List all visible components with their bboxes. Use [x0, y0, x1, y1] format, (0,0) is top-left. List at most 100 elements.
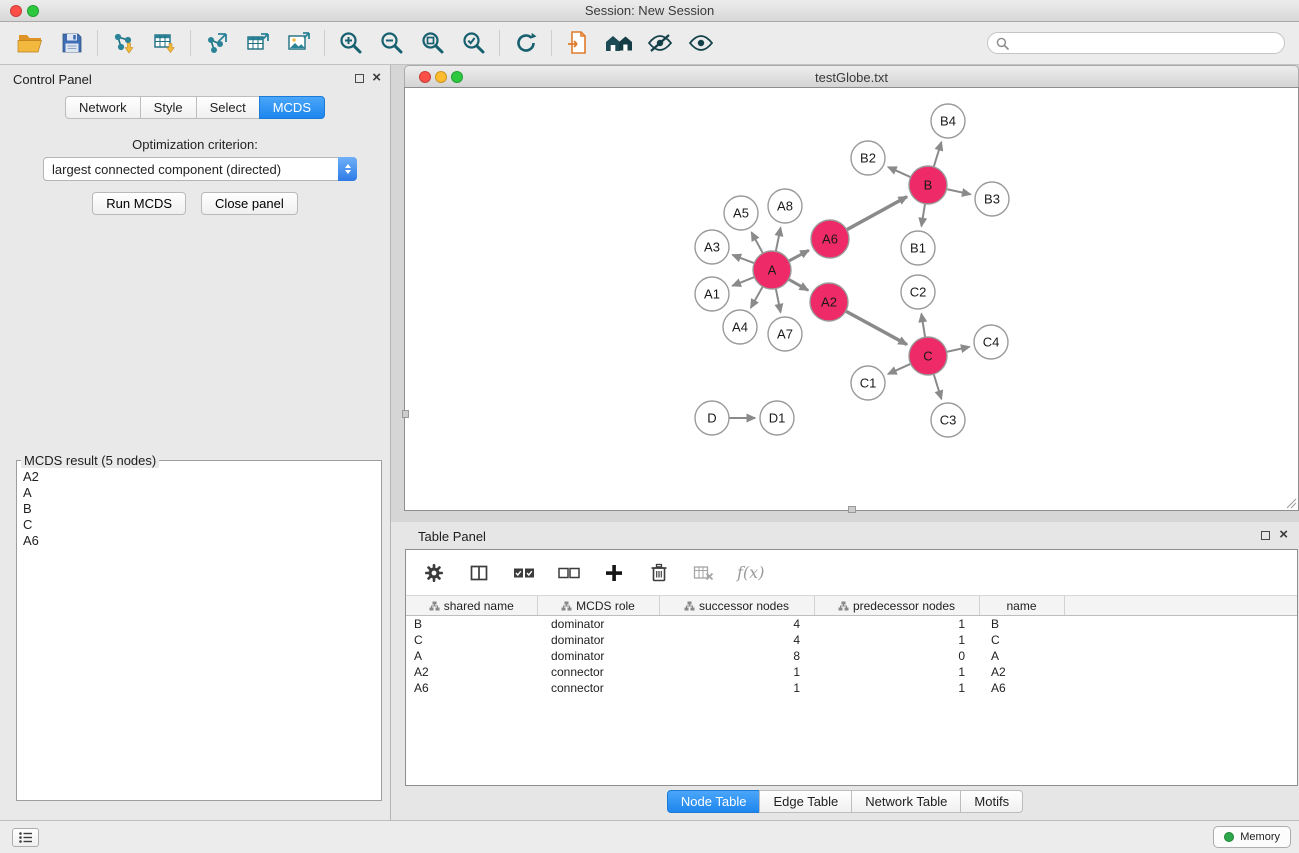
select-all-button[interactable] [512, 561, 536, 585]
run-mcds-button[interactable]: Run MCDS [92, 192, 186, 215]
tab-select[interactable]: Select [196, 96, 260, 119]
graph-edge-C-C3[interactable] [934, 374, 942, 399]
open-document-button[interactable] [557, 25, 598, 61]
graph-edge-C-C1[interactable] [888, 364, 911, 374]
search-input[interactable] [1014, 36, 1276, 51]
graph-node-label: B2 [860, 151, 876, 166]
graph-edge-A-A6[interactable] [789, 250, 809, 261]
zoom-fit-button[interactable] [412, 25, 453, 61]
result-item[interactable]: A6 [23, 533, 381, 549]
close-table-panel-icon[interactable]: × [1279, 527, 1288, 543]
export-network-button[interactable] [196, 25, 237, 61]
delete-table-button[interactable] [692, 561, 716, 585]
export-table-icon [245, 30, 271, 56]
export-image-button[interactable] [278, 25, 319, 61]
close-panel-icon[interactable]: × [372, 70, 381, 86]
open-session-button[interactable] [10, 25, 51, 61]
graph-edge-A-A5[interactable] [752, 232, 763, 253]
graph-edge-A-A4[interactable] [751, 287, 763, 308]
table-row[interactable]: Bdominator41B [406, 616, 1297, 632]
graph-node-label: C3 [940, 413, 957, 428]
zoom-in-button[interactable] [330, 25, 371, 61]
table-row[interactable]: A2connector11A2 [406, 664, 1297, 680]
graph-edge-B-B3[interactable] [947, 189, 971, 194]
graph-edge-C-C4[interactable] [947, 347, 970, 352]
export-table-button[interactable] [237, 25, 278, 61]
function-builder-button[interactable]: f(x) [737, 561, 764, 585]
graph-edge-A6-B[interactable] [847, 197, 907, 230]
network-view-window: testGlobe.txt B4B2BB3A5A8A6B1A3AC2A1A2A4… [404, 65, 1299, 511]
graph-node-label: A5 [733, 206, 749, 221]
tab-node-table[interactable]: Node Table [667, 790, 761, 813]
tab-edge-table[interactable]: Edge Table [759, 790, 852, 813]
network-window-titlebar[interactable]: testGlobe.txt [404, 65, 1299, 87]
attribute-type-icon [561, 601, 572, 611]
dropdown-stepper-icon [338, 157, 357, 181]
table-row[interactable]: Adominator80A [406, 648, 1297, 664]
graph-node-label: B1 [910, 241, 926, 256]
column-header-predecessor-nodes[interactable]: predecessor nodes [814, 596, 979, 616]
tab-mcds[interactable]: MCDS [259, 96, 325, 119]
delete-column-button[interactable] [647, 561, 671, 585]
table-row[interactable]: A6connector11A6 [406, 680, 1297, 696]
toolbar-separator [97, 30, 98, 56]
float-table-panel-icon[interactable] [1261, 531, 1270, 540]
result-item[interactable]: C [23, 517, 381, 533]
result-item[interactable]: A2 [23, 469, 381, 485]
table-delete-icon [693, 564, 715, 582]
graph-edge-A-A8[interactable] [776, 228, 781, 252]
splitter-handle[interactable] [848, 506, 856, 513]
column-header-shared-name[interactable]: shared name [406, 596, 537, 616]
hide-graphics-details-button[interactable] [639, 25, 680, 61]
tab-network-table[interactable]: Network Table [851, 790, 961, 813]
task-history-button[interactable] [12, 828, 39, 847]
result-item[interactable]: A [23, 485, 381, 501]
tab-motifs[interactable]: Motifs [960, 790, 1023, 813]
network-graph[interactable]: B4B2BB3A5A8A6B1A3AC2A1A2A4A7C4CC1C3DD1 [405, 88, 1298, 510]
column-header-mcds-role[interactable]: MCDS role [537, 596, 659, 616]
refresh-view-button[interactable] [505, 25, 546, 61]
graph-edge-B-B2[interactable] [888, 167, 911, 177]
column-header-name[interactable]: name [979, 596, 1064, 616]
table-row[interactable]: Cdominator41C [406, 632, 1297, 648]
import-table-from-file-button[interactable] [144, 25, 185, 61]
show-columns-button[interactable] [467, 561, 491, 585]
criterion-dropdown[interactable]: largest connected component (directed) [43, 157, 357, 181]
save-session-button[interactable] [51, 25, 92, 61]
show-graphics-details-button[interactable] [680, 25, 721, 61]
import-network-from-file-button[interactable] [103, 25, 144, 61]
column-header-successor-nodes[interactable]: successor nodes [659, 596, 814, 616]
zoom-out-button[interactable] [371, 25, 412, 61]
graph-edge-A-A1[interactable] [732, 277, 754, 286]
graph-edge-A2-C[interactable] [846, 311, 907, 344]
table-settings-button[interactable] [422, 561, 446, 585]
home-views-button[interactable] [598, 25, 639, 61]
graph-edge-A-A7[interactable] [776, 289, 781, 313]
result-item[interactable]: B [23, 501, 381, 517]
control-panel-header: Control Panel × [0, 65, 390, 93]
memory-button[interactable]: Memory [1213, 826, 1291, 848]
graph-edge-C-C2[interactable] [921, 314, 925, 338]
graph-edge-B-B1[interactable] [921, 204, 925, 227]
close-panel-button[interactable]: Close panel [201, 192, 298, 215]
graph-edge-A-A3[interactable] [733, 255, 755, 263]
export-image-icon [286, 30, 312, 56]
table-panel: Table Panel × [391, 522, 1299, 820]
splitter-handle[interactable] [402, 410, 409, 418]
column-header-filler [1064, 596, 1297, 616]
float-panel-icon[interactable] [355, 74, 364, 83]
zoom-selected-icon [461, 30, 487, 56]
graph-edge-B-B4[interactable] [934, 142, 942, 167]
tab-style[interactable]: Style [140, 96, 197, 119]
search-box[interactable] [987, 32, 1285, 54]
zoom-selected-button[interactable] [453, 25, 494, 61]
add-column-button[interactable] [602, 561, 626, 585]
zoom-in-icon [338, 30, 364, 56]
columns-icon [469, 563, 489, 583]
tab-network[interactable]: Network [65, 96, 141, 119]
network-canvas[interactable]: B4B2BB3A5A8A6B1A3AC2A1A2A4A7C4CC1C3DD1 [404, 87, 1299, 511]
graph-edge-A-A2[interactable] [789, 279, 809, 290]
main-toolbar [0, 22, 1299, 65]
deselect-all-button[interactable] [557, 561, 581, 585]
resize-grip-icon[interactable] [1284, 496, 1297, 509]
